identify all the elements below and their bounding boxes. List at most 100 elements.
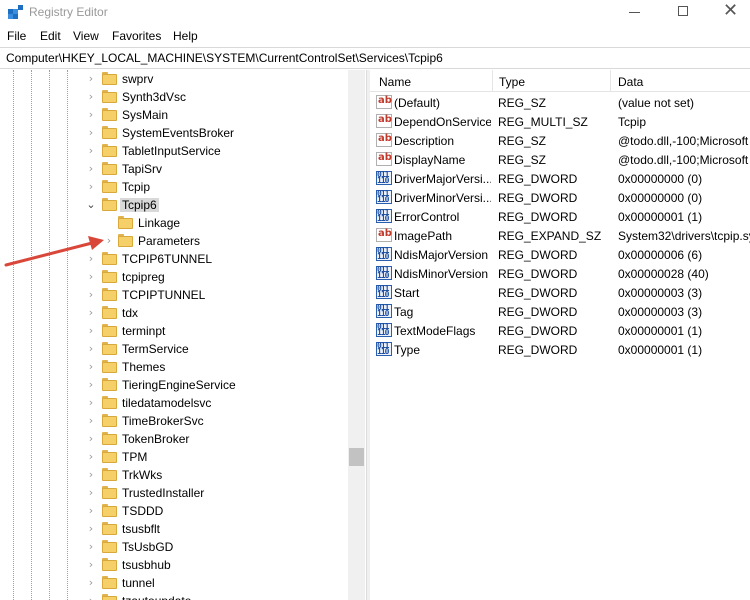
tree-item[interactable]: › TimeBrokerSvc [0, 412, 348, 430]
tree-item[interactable]: › TsUsbGD [0, 538, 348, 556]
expand-chevron-icon[interactable]: › [86, 396, 96, 410]
expand-chevron-icon[interactable]: › [86, 414, 96, 428]
menu-edit[interactable]: Edit [40, 29, 61, 43]
value-row[interactable]: 011 110 DriverMinorVersi... REG_DWORD 0x000… [370, 188, 750, 207]
expand-chevron-icon[interactable]: › [86, 450, 96, 464]
tree-item[interactable]: › TCPIPTUNNEL [0, 286, 348, 304]
value-row[interactable]: 011 110 DriverMajorVersi... REG_DWORD 0x000… [370, 169, 750, 188]
tree-item[interactable]: › Themes [0, 358, 348, 376]
expand-chevron-icon[interactable]: › [86, 342, 96, 356]
menu-help[interactable]: Help [173, 29, 198, 43]
tree-item-label[interactable]: tunnel [120, 576, 157, 590]
expand-chevron-icon[interactable]: › [86, 288, 96, 302]
tree-item-label[interactable]: TrkWks [120, 468, 164, 482]
tree-item[interactable]: › Synth3dVsc [0, 88, 348, 106]
values-list[interactable]: Name Type Data ab (Default) REG_SZ (value n… [370, 70, 750, 600]
tree-item-label[interactable]: Linkage [136, 216, 182, 230]
tree-item[interactable]: › TapiSrv [0, 160, 348, 178]
tree-item-label[interactable]: tdx [120, 306, 140, 320]
tree-item-label[interactable]: tsusbflt [120, 522, 162, 536]
value-row[interactable]: 011 110 NdisMajorVersion REG_DWORD 0x000000… [370, 245, 750, 264]
menu-favorites[interactable]: Favorites [112, 29, 161, 43]
close-button[interactable]: ✕ [706, 0, 750, 25]
expand-chevron-icon[interactable]: › [86, 486, 96, 500]
tree-item-label[interactable]: Tcpip [120, 180, 152, 194]
address-path[interactable]: Computer\HKEY_LOCAL_MACHINE\SYSTEM\Curre… [6, 51, 443, 65]
tree-item[interactable]: › TrkWks [0, 466, 348, 484]
expand-chevron-icon[interactable]: › [86, 540, 96, 554]
expand-chevron-icon[interactable]: › [86, 90, 96, 104]
key-tree[interactable]: › swprv › Synth3dVsc › SysMain › SystemEventsBr… [0, 70, 366, 600]
tree-item[interactable]: › SysMain [0, 106, 348, 124]
expand-chevron-icon[interactable]: › [86, 432, 96, 446]
expand-chevron-icon[interactable]: › [86, 360, 96, 374]
tree-item[interactable]: ⌄ Tcpip6 [0, 196, 348, 214]
tree-item[interactable]: › TPM [0, 448, 348, 466]
value-row[interactable]: 011 110 Start REG_DWORD 0x00000003 (3) [370, 283, 750, 302]
tree-item-label[interactable]: TieringEngineService [120, 378, 238, 392]
tree-item-label[interactable]: TCPIP6TUNNEL [120, 252, 214, 266]
column-divider[interactable] [492, 70, 493, 92]
tree-item[interactable]: › tsusbhub [0, 556, 348, 574]
expand-chevron-icon[interactable]: › [86, 594, 96, 600]
expand-chevron-icon[interactable]: › [86, 558, 96, 572]
collapse-chevron-icon[interactable]: ⌄ [86, 198, 96, 212]
tree-item-label[interactable]: tsusbhub [120, 558, 173, 572]
tree-item-label[interactable]: TermService [120, 342, 191, 356]
value-row[interactable]: ab (Default) REG_SZ (value not set) [370, 93, 750, 112]
tree-item-label[interactable]: Synth3dVsc [120, 90, 188, 104]
minimize-button[interactable] [612, 0, 658, 25]
tree-item-label[interactable]: TPM [120, 450, 149, 464]
expand-chevron-icon[interactable]: › [86, 468, 96, 482]
column-header-name[interactable]: Name [379, 75, 411, 89]
tree-item-label[interactable]: TrustedInstaller [120, 486, 206, 500]
tree-item[interactable]: › swprv [0, 70, 348, 88]
tree-item-label[interactable]: Parameters [136, 234, 202, 248]
value-row[interactable]: ab Description REG_SZ @todo.dll,-100;Micros… [370, 131, 750, 150]
tree-item-label[interactable]: tzautoupdate [120, 594, 193, 600]
tree-item[interactable]: › TokenBroker [0, 430, 348, 448]
tree-item[interactable]: › TrustedInstaller [0, 484, 348, 502]
value-row[interactable]: ab ImagePath REG_EXPAND_SZ System32\drivers… [370, 226, 750, 245]
tree-item[interactable]: › TabletInputService [0, 142, 348, 160]
tree-item-label[interactable]: tiledatamodelsvc [120, 396, 213, 410]
tree-item[interactable]: › TSDDD [0, 502, 348, 520]
tree-item[interactable]: › Tcpip [0, 178, 348, 196]
menu-file[interactable]: File [7, 29, 26, 43]
expand-chevron-icon[interactable]: › [86, 144, 96, 158]
value-row[interactable]: 011 110 TextModeFlags REG_DWORD 0x00000001 … [370, 321, 750, 340]
menu-view[interactable]: View [73, 29, 99, 43]
tree-item[interactable]: › tiledatamodelsvc [0, 394, 348, 412]
column-divider[interactable] [610, 70, 611, 92]
tree-item-label[interactable]: SysMain [120, 108, 170, 122]
expand-chevron-icon[interactable]: › [86, 522, 96, 536]
expand-chevron-icon[interactable]: › [86, 72, 96, 86]
expand-chevron-icon[interactable]: › [86, 378, 96, 392]
tree-item-label[interactable]: swprv [120, 72, 155, 86]
tree-item[interactable]: › tdx [0, 304, 348, 322]
expand-chevron-icon[interactable]: › [86, 306, 96, 320]
tree-item-label[interactable]: TSDDD [120, 504, 165, 518]
tree-item-label[interactable]: Tcpip6 [120, 198, 159, 212]
tree-item-label[interactable]: TCPIPTUNNEL [120, 288, 207, 302]
tree-item-label[interactable]: terminpt [120, 324, 167, 338]
tree-item-label[interactable]: TabletInputService [120, 144, 223, 158]
value-row[interactable]: 011 110 Tag REG_DWORD 0x00000003 (3) [370, 302, 750, 321]
tree-item[interactable]: › tunnel [0, 574, 348, 592]
column-header-data[interactable]: Data [618, 75, 643, 89]
value-row[interactable]: 011 110 ErrorControl REG_DWORD 0x00000001 (… [370, 207, 750, 226]
tree-item-label[interactable]: TimeBrokerSvc [120, 414, 206, 428]
value-row[interactable]: 011 110 Type REG_DWORD 0x00000001 (1) [370, 340, 750, 359]
expand-chevron-icon[interactable]: › [86, 576, 96, 590]
tree-item[interactable]: › tsusbflt [0, 520, 348, 538]
expand-chevron-icon[interactable]: › [86, 108, 96, 122]
expand-chevron-icon[interactable]: › [86, 180, 96, 194]
tree-item[interactable]: › TieringEngineService [0, 376, 348, 394]
tree-item[interactable]: › TermService [0, 340, 348, 358]
tree-item-label[interactable]: TsUsbGD [120, 540, 175, 554]
value-row[interactable]: ab DisplayName REG_SZ @todo.dll,-100;Micros… [370, 150, 750, 169]
tree-item-label[interactable]: Themes [120, 360, 167, 374]
tree-scrollbar[interactable] [348, 70, 365, 600]
tree-item[interactable]: › terminpt [0, 322, 348, 340]
value-row[interactable]: 011 110 NdisMinorVersion REG_DWORD 0x000000… [370, 264, 750, 283]
